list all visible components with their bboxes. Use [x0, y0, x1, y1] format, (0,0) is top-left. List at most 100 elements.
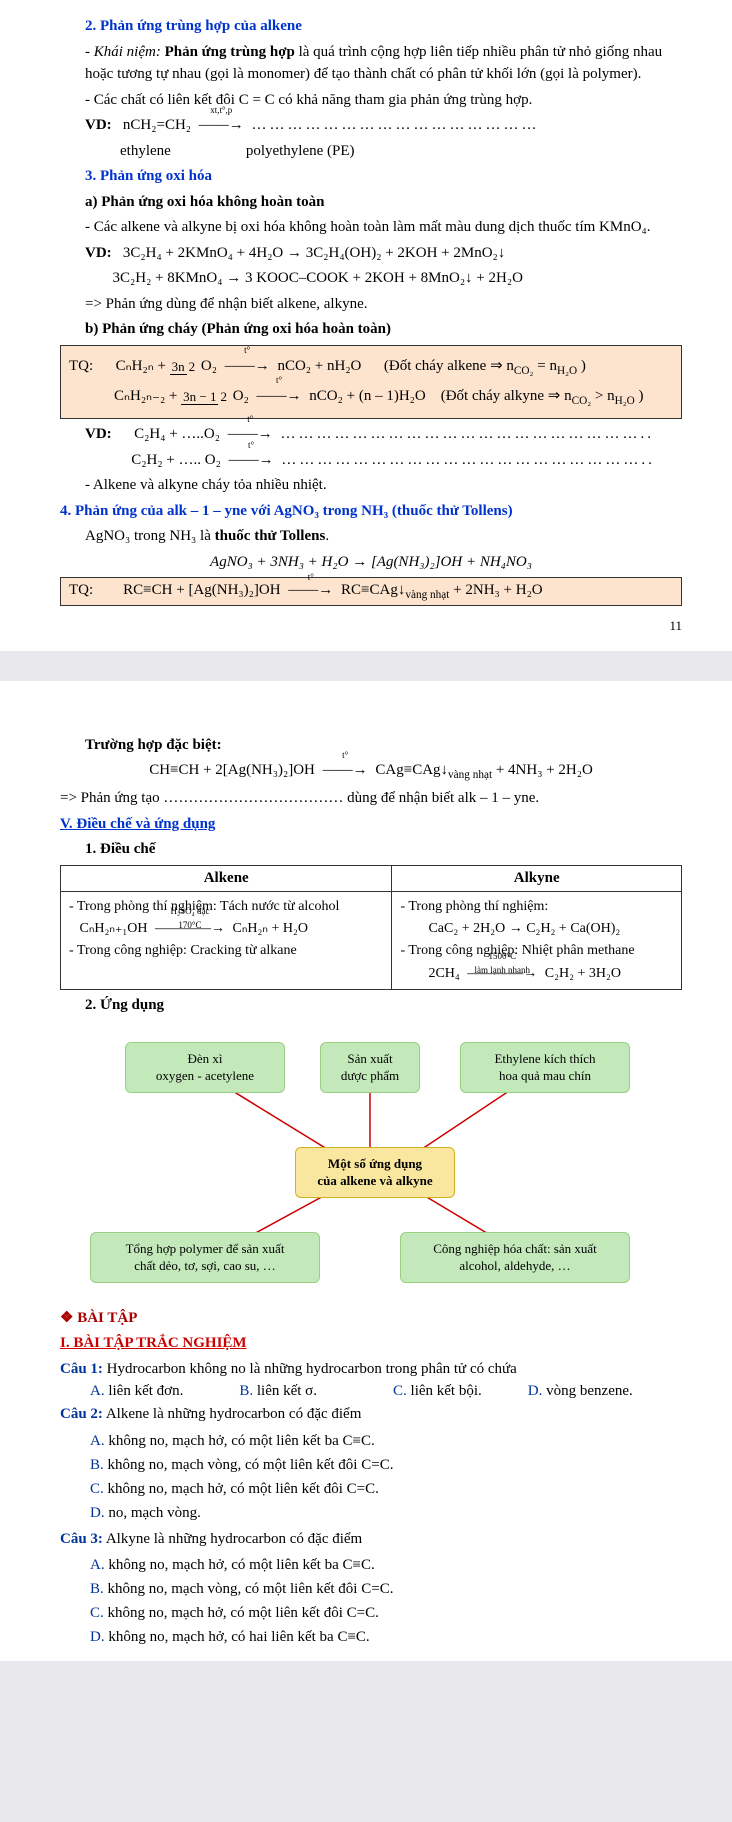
tq-box: TQ: CₙH₂ₙ + 3n2 O₂ t°——→ nCO₂ + nH₂O (Đố…	[60, 345, 682, 420]
node-denxi: Đèn xìoxygen - acetylene	[125, 1042, 285, 1094]
n2-close: )	[635, 388, 644, 404]
th-alkyne: Alkyne	[392, 865, 682, 891]
h3a-text: a) Phản ứng oxi hóa không hoàn toàn	[85, 194, 325, 210]
page-2: Trường hợp đặc biệt: CH≡CH + 2[Ag(NH₃)₂]…	[0, 681, 732, 1661]
tq-eq1-o2: O₂	[201, 358, 217, 374]
n2-h2o: H₂O	[615, 395, 635, 407]
tq2-vang: vàng nhạt	[405, 589, 449, 601]
vd-left: nCH₂=CH₂	[123, 117, 191, 133]
q1-opt-b: B. liên kết σ.	[239, 1383, 317, 1400]
heading-v: V. Điều chế và ứng dụng	[60, 813, 682, 836]
tq-eq2-prod: nCO₂ + (n – 1)H₂O	[309, 388, 425, 404]
question-3: Câu 3: Alkyne là những hydrocarbon có đặ…	[60, 1528, 682, 1551]
tollens-eq: AgNO₃ + 3NH₃ + H₂O → [Ag(NH₃)₂]OH + NH₄N…	[60, 551, 682, 574]
ay-eq2l: 2CH₄	[428, 966, 459, 981]
q3-opt-d: D. không no, mạch hở, có hai liên kết ba…	[90, 1625, 682, 1649]
pe-label: polyethylene (PE)	[246, 143, 355, 159]
arrow-8: H₂SO₄ đặc170°C ————→	[151, 918, 229, 940]
n2-co2: CO₂	[572, 395, 592, 407]
frac1-t: 3n	[170, 359, 187, 375]
tq-note1: (Đốt cháy alkene ⇒ nCO₂ = nH₂O )	[384, 358, 586, 374]
n1-h2o: H₂O	[557, 365, 577, 377]
tq-eq1-l: CₙH₂ₙ +	[116, 358, 170, 374]
question-2: Câu 2: Alkene là những hydrocarbon có đặ…	[60, 1403, 682, 1426]
ak-ct: H₂SO₄ đặc	[170, 906, 209, 916]
heading-4: 4. Phản ứng của alk – 1 – yne với AgNO₃ …	[60, 500, 682, 523]
tq-eq2-l: CₙH₂ₙ₋₂ +	[114, 388, 181, 404]
page-number: 11	[60, 616, 682, 636]
q2-opt-b: B. không no, mạch vòng, có một liên kết …	[90, 1453, 682, 1477]
vd2-eq2: 3C₂H₂ + 8KMnO₄ → 3 KOOC–COOK + 2KOH + 8M…	[60, 267, 682, 290]
q1-opt-c: C. liên kết bội.	[393, 1383, 482, 1400]
sp-l: CH≡CH + 2[Ag(NH₃)₂]OH	[149, 762, 315, 778]
vd3-l1: C₂H₄ + …..O₂	[134, 426, 220, 442]
arrow-cond: xt,t°,p	[195, 104, 248, 118]
frac-2: 3n − 12	[181, 390, 229, 403]
vd3: VD: C₂H₄ + …..O₂ t°——→ ………………………………………………	[60, 423, 682, 446]
tollens-bold: thuốc thử Tollens	[215, 528, 326, 544]
vd-dots: …………………………………………	[252, 117, 540, 133]
q3-opt-c: C. không no, mạch hở, có một liên kết đô…	[90, 1601, 682, 1625]
arrow-3: t°——→	[253, 382, 306, 411]
heading-ud: 2. Ứng dụng	[60, 994, 682, 1017]
q1-opt-d: D. vòng benzene.	[528, 1383, 633, 1400]
arrow-7: t°——→	[319, 759, 372, 782]
khai-niem-term: Phản ứng trùng hợp	[165, 44, 295, 60]
ak-eql: CₙH₂ₙ₊₁OH	[80, 921, 148, 936]
q2-opt-c: C. không no, mạch hở, có một liên kết đô…	[90, 1477, 682, 1501]
ak-l2: - Trong công nghiệp: Cracking từ alkane	[69, 943, 297, 958]
special-eq: CH≡CH + 2[Ag(NH₃)₂]OH t°——→ CAg≡CAg↓vàng…	[60, 759, 682, 784]
vd-1: VD: nCH₂=CH₂ xt,t°,p ——→ …………………………………………	[60, 114, 682, 137]
bai-tap-heading: ❖ BÀI TẬP	[60, 1307, 682, 1330]
sp-end: + 4NH₃ + 2H₂O	[492, 762, 593, 778]
concept-paragraph: - Khái niệm: Phản ứng trùng hợp là quá t…	[60, 41, 682, 86]
node-polymer: Tổng hợp polymer để sản xuấtchất dẻo, tơ…	[90, 1232, 320, 1284]
heading-dc: 1. Điều chế	[60, 838, 682, 861]
n2-a: (Đốt cháy alkyne ⇒ n	[441, 388, 572, 404]
vd2: VD: 3C₂H₄ + 2KMnO₄ + 4H₂O → 3C₂H₄(OH)₂ +…	[60, 242, 682, 265]
khai-niem-label: - Khái niệm:	[85, 44, 161, 60]
node-cn: Công nghiệp hóa chất: sản xuấtalcohol, a…	[400, 1232, 630, 1284]
node-center: Một số ứng dụngcủa alkene và alkyne	[295, 1147, 455, 1199]
vd2-eq2-text: 3C₂H₂ + 8KMnO₄ → 3 KOOC–COOK + 2KOH + 8M…	[113, 270, 523, 286]
ay-cb: làm lạnh nhanh	[475, 965, 531, 975]
vd2-label: VD:	[85, 245, 112, 261]
vd3-dots1: ……………………………………………………..	[281, 426, 655, 442]
q2-opt-a: A. không no, mạch hở, có một liên kết ba…	[90, 1429, 682, 1453]
frac2-t: 3n − 1	[181, 389, 218, 405]
tq2-end: + 2NH₃ + H₂O	[449, 582, 542, 598]
nhan-biet: => Phản ứng dùng để nhận biết alkene, al…	[60, 293, 682, 316]
q3-options: A. không no, mạch hở, có một liên kết ba…	[60, 1553, 682, 1649]
node-eth: Ethylene kích thíchhoa quả mau chín	[460, 1042, 630, 1094]
vd3-2: C₂H₂ + ….. O₂ t°——→ ………………………………………………………	[60, 449, 682, 472]
mind-map: Đèn xìoxygen - acetylene Sản xuấtdược ph…	[60, 1027, 682, 1297]
tq-note2: (Đốt cháy alkyne ⇒ nCO₂ > nH₂O )	[441, 388, 644, 404]
vd3-label: VD:	[85, 426, 112, 442]
heat-note: - Alkene và alkyne cháy tỏa nhiều nhiệt.	[60, 474, 682, 497]
q3-num: Câu 3:	[60, 1531, 103, 1547]
q1-options: A. liên kết đơn. B. liên kết σ. C. liên …	[60, 1383, 682, 1400]
special-text: Trường hợp đặc biệt:	[85, 737, 222, 753]
page-1: 2. Phản ứng trùng hợp của alkene - Khái …	[0, 0, 732, 651]
ay-eq2r: C₂H₂ + 3H₂O	[545, 966, 621, 981]
n1-a: (Đốt cháy alkene ⇒ n	[384, 358, 514, 374]
cc-line: - Các chất có liên kết đôi C = C có khả …	[60, 89, 682, 112]
tollens-eq-text: AgNO₃ + 3NH₃ + H₂O → [Ag(NH₃)₂]OH + NH₄N…	[210, 554, 532, 570]
tq-label: TQ:	[69, 358, 93, 374]
vd-label: VD:	[85, 117, 112, 133]
td-alkyne: - Trong phòng thí nghiệm: CaC₂ + 2H₂O → …	[392, 891, 682, 990]
n2-gt: > n	[591, 388, 614, 404]
node-duoc: Sản xuấtdược phẩm	[320, 1042, 420, 1094]
arrow-9: 1500°Clàm lạnh nhanh ————→	[463, 963, 541, 985]
frac-1: 3n2	[170, 360, 198, 373]
n1-eq: = n	[533, 358, 556, 374]
arrow-1: xt,t°,p ——→	[195, 114, 248, 137]
q3-text: Alkyne là những hydrocarbon có đặc điểm	[103, 1531, 362, 1547]
h3b-text: b) Phản ứng cháy (Phản ứng oxi hóa hoàn …	[85, 321, 391, 337]
vd3-l2: C₂H₂ + ….. O₂	[131, 452, 221, 468]
frac2-b: 2	[218, 389, 229, 404]
heading-2: 2. Phản ứng trùng hợp của alkene	[60, 15, 682, 38]
heading-3a: a) Phản ứng oxi hóa không hoàn toàn	[60, 191, 682, 214]
q3-opt-a: A. không no, mạch hở, có một liên kết ba…	[90, 1553, 682, 1577]
th-alkene: Alkene	[61, 865, 392, 891]
